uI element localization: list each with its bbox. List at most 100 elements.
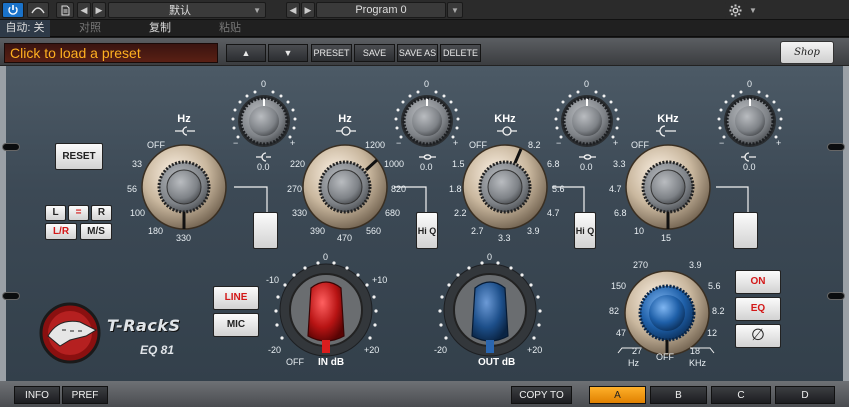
right-channel-button[interactable]: R [91,205,112,221]
filter-tick-label: 12 [707,328,718,338]
filter-tick-label: OFF [656,352,674,362]
ms-mode-button[interactable]: M/S [80,223,112,240]
tick-label: 680 [385,208,401,218]
filter-tick-label: 8.2 [712,306,725,316]
band1-gain-knob[interactable] [238,95,290,147]
input-gain-knob[interactable] [279,263,373,357]
tick-label: 1.8 [449,184,462,194]
band1-gain-value: 0.0 [257,162,270,172]
eq-button[interactable]: EQ [735,297,781,321]
slot-c-button[interactable]: C [711,386,771,404]
gain-zero-label: 0 [424,79,430,89]
tick-label: OFF [469,140,487,150]
slot-a-button[interactable]: A [589,386,646,404]
gain-minus-label: − [233,138,239,148]
gain-plus-label: + [453,138,459,148]
tick-label: 8.2 [528,140,541,150]
gain-zero-label: 0 [584,79,590,89]
input-tick-label: +10 [372,275,388,285]
band1-title: Hz [177,113,191,125]
filter-tick-label: 27 [632,346,643,356]
output-tick-label: +20 [527,345,543,355]
model-name: EQ 81 [140,343,175,357]
filter-tick-label: 5.6 [708,281,721,291]
left-channel-button[interactable]: L [45,205,66,221]
reset-button[interactable]: RESET [55,143,103,170]
filter-tick-label: 47 [616,328,627,338]
band3-title: KHz [494,113,516,125]
input-tick-label: OFF [286,357,304,367]
knob-layer [39,90,783,364]
gain-plus-label: + [290,138,296,148]
output-tick-label: 0 [487,252,493,262]
output-label: OUT dB [478,357,516,368]
tick-label: 180 [148,226,164,236]
lr-mode-button[interactable]: L/R [45,223,77,240]
copy-to-button[interactable]: COPY TO [511,386,572,404]
tick-label: 2.2 [454,208,467,218]
tick-label: 330 [292,208,308,218]
band3-hiq-toggle[interactable]: Hi Q [574,212,596,249]
brand-name: T-RackS [107,316,181,335]
band3-gain-value: 0.0 [580,162,593,172]
filter-high-unit: KHz [689,358,707,368]
input-tick-label: +20 [364,345,380,355]
on-button[interactable]: ON [735,270,781,294]
t-racks-logo [39,302,101,364]
tick-label: 3.9 [527,226,540,236]
tick-label: 6.8 [547,159,560,169]
filter-tick-label: 3.9 [689,260,702,270]
tick-label: 330 [176,233,192,243]
filter-tick-label: 18 [690,346,701,356]
tick-label: 15 [661,233,672,243]
filter-frequency-knob[interactable] [624,270,710,356]
tick-label: 10 [634,226,645,236]
tick-label: 4.7 [609,184,622,194]
gain-minus-label: − [719,138,725,148]
slot-d-button[interactable]: D [775,386,835,404]
band1-frequency-knob[interactable] [141,144,227,230]
pref-button[interactable]: PREF [62,386,108,404]
tick-label: 56 [127,184,138,194]
slot-b-button[interactable]: B [650,386,707,404]
tick-label: 560 [366,226,382,236]
gain-minus-label: − [396,138,402,148]
gain-plus-label: + [613,138,619,148]
band2-gain-knob[interactable] [401,95,453,147]
tick-label: 270 [287,184,303,194]
band2-hiq-toggle[interactable]: Hi Q [416,212,438,249]
mic-button[interactable]: MIC [213,313,259,337]
tick-label: 470 [337,233,353,243]
band2-gain-value: 0.0 [420,162,433,172]
band4-gain-knob[interactable] [724,95,776,147]
line-button[interactable]: LINE [213,286,259,310]
band1-shape-toggle[interactable] [253,212,278,249]
info-button[interactable]: INFO [14,386,60,404]
tick-label: 100 [130,208,146,218]
tick-label: 1000 [384,159,405,169]
tick-label: OFF [631,140,649,150]
tick-label: 3.3 [613,159,626,169]
tick-label: 220 [290,159,306,169]
band4-title: KHz [657,113,679,125]
band3-gain-knob[interactable] [561,95,613,147]
output-gain-knob[interactable] [443,263,537,357]
tick-label: 2.7 [471,226,484,236]
phase-invert-button[interactable]: ∅ [735,324,781,348]
tick-label: OFF [147,140,165,150]
filter-tick-label: 82 [609,306,620,316]
link-channels-button[interactable]: = [68,205,89,221]
band4-shape-toggle[interactable] [733,212,758,249]
tick-label: 3.3 [498,233,511,243]
input-label: IN dB [318,357,345,368]
band3-frequency-knob[interactable] [462,144,548,230]
tick-label: 6.8 [614,208,627,218]
filter-low-unit: Hz [628,358,639,368]
filter-tick-label: 270 [633,260,649,270]
filter-tick-label: 150 [611,281,627,291]
band4-frequency-knob[interactable] [625,144,711,230]
gain-plus-label: + [776,138,782,148]
band2-frequency-knob[interactable] [302,144,388,230]
tick-label: 820 [391,184,407,194]
gain-zero-label: 0 [747,79,753,89]
